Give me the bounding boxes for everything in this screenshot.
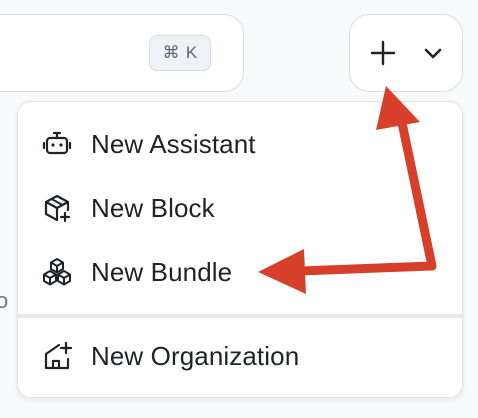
- create-new-menu: New Assistant New Block New Bundle New O…: [17, 101, 463, 398]
- menu-item-new-assistant[interactable]: New Assistant: [18, 116, 462, 172]
- menu-item-label: New Block: [91, 192, 215, 223]
- chevron-down-icon: [424, 48, 442, 59]
- k-key: K: [185, 43, 198, 62]
- menu-item-new-block[interactable]: New Block: [18, 180, 462, 236]
- building-plus-icon: [42, 341, 72, 371]
- plus-icon: [370, 40, 396, 66]
- menu-item-new-bundle[interactable]: New Bundle: [18, 244, 462, 300]
- command-key: ⌘: [162, 43, 180, 62]
- create-new-dropdown-button[interactable]: [349, 14, 463, 92]
- menu-item-label: New Organization: [91, 340, 300, 371]
- menu-item-new-organization[interactable]: New Organization: [18, 328, 462, 384]
- keyboard-shortcut-badge: ⌘ K: [149, 35, 211, 71]
- robot-icon: [42, 129, 72, 159]
- menu-divider: [18, 314, 462, 318]
- menu-item-label: New Assistant: [91, 128, 256, 159]
- cube-plus-icon: [42, 193, 72, 223]
- background-text-fragment: o: [0, 288, 9, 313]
- menu-item-label: New Bundle: [91, 256, 233, 287]
- cubes-icon: [42, 257, 72, 287]
